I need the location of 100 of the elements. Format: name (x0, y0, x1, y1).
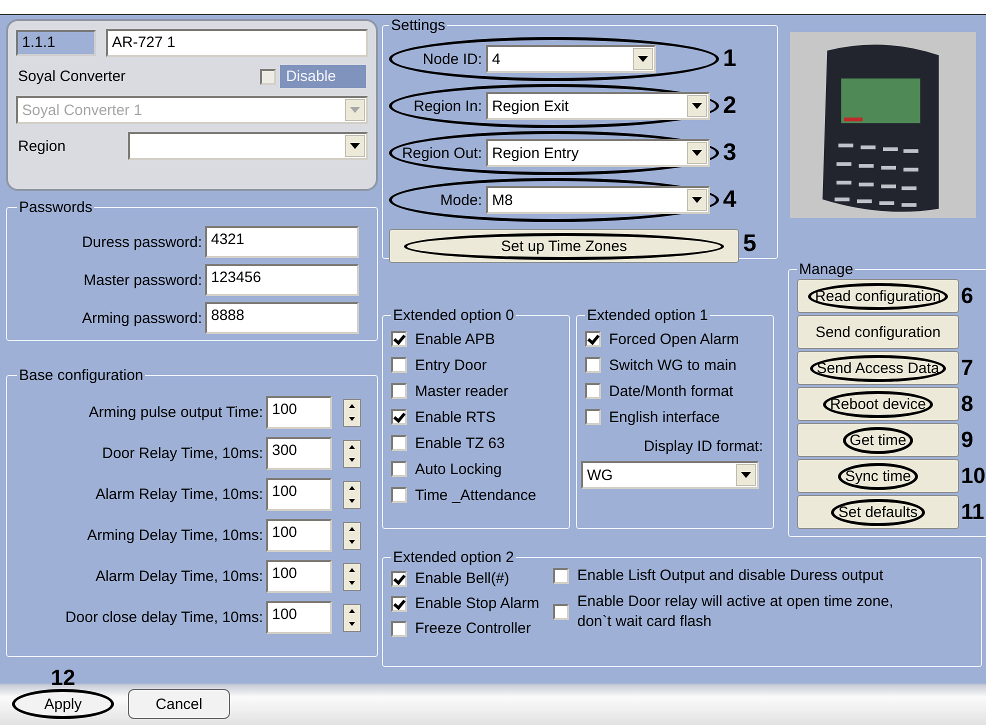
converter-label: Soyal Converter (17, 68, 126, 85)
group-title: Settings (390, 17, 446, 34)
manage-button[interactable]: Send Access Data (797, 351, 959, 385)
field-label: Region Out: (400, 144, 483, 162)
spinner-control[interactable] (343, 440, 361, 468)
checkbox[interactable] (391, 570, 407, 586)
checkbox[interactable] (585, 409, 601, 425)
password-field[interactable]: 4321 (205, 226, 359, 258)
checkbox[interactable] (585, 357, 601, 373)
spinner-control[interactable] (343, 480, 361, 508)
checkbox[interactable] (585, 383, 601, 399)
number-field[interactable]: 100 (266, 601, 332, 634)
field-label: Alarm Delay Time, 10ms: (95, 568, 263, 585)
callout-number: 10 (961, 463, 986, 489)
manage-button[interactable]: Send configuration (797, 315, 959, 349)
manage-button[interactable]: Get time (797, 423, 959, 457)
spinner-control[interactable] (343, 562, 361, 590)
dropdown[interactable]: Region Exit (486, 92, 710, 120)
spinner-control[interactable] (343, 522, 361, 550)
callout-number: 1 (723, 45, 736, 73)
field-label: Alarm Relay Time, 10ms: (95, 486, 263, 503)
manage-button[interactable]: Set defaults (797, 495, 959, 529)
checkbox[interactable] (391, 461, 407, 477)
group-title: Extended option 2 (392, 549, 515, 566)
manage-button[interactable]: Read configuration (797, 279, 959, 313)
group-title: Base configuration (18, 367, 144, 384)
checkbox-label: Enable Door relay will active at open time zone, don`t wait card flash (577, 592, 894, 632)
manage-button[interactable]: Reboot device (797, 387, 959, 421)
callout-number: 12 (50, 665, 76, 691)
password-field[interactable]: 123456 (205, 264, 359, 296)
dialog-button[interactable]: Apply (12, 689, 114, 719)
dropdown[interactable]: WG (581, 461, 759, 489)
number-field[interactable]: 300 (266, 437, 332, 470)
checkbox-label: English interface (609, 408, 720, 426)
number-field[interactable]: 100 (266, 519, 332, 552)
dialog-button[interactable]: Cancel (128, 689, 230, 719)
checkbox-label: Time _Attendance (415, 486, 536, 504)
callout-number: 9 (961, 427, 974, 453)
dropdown[interactable]: M8 (486, 186, 710, 214)
field-label: Arming Delay Time, 10ms: (87, 527, 263, 544)
group-title: Extended option 0 (392, 307, 515, 324)
disable-label: Disable (280, 65, 366, 88)
checkbox-label: Auto Locking (415, 460, 502, 478)
callout-number: 4 (723, 186, 736, 214)
time-zones-button[interactable]: Set up Time Zones (389, 229, 739, 263)
checkbox[interactable] (391, 435, 407, 451)
number-field[interactable]: 100 (266, 560, 332, 593)
checkbox[interactable] (391, 409, 407, 425)
checkbox-label: Forced Open Alarm (609, 330, 740, 348)
checkbox[interactable] (391, 331, 407, 347)
dropdown[interactable]: 4 (486, 45, 656, 73)
checkbox[interactable] (585, 331, 601, 347)
checkbox-label: Enable APB (415, 330, 496, 348)
name-field[interactable]: AR-727 1 (106, 29, 368, 57)
checkbox-label: Freeze Controller (415, 620, 531, 637)
number-field[interactable]: 100 (266, 478, 332, 511)
region-label: Region (17, 138, 67, 154)
spinner-control[interactable] (343, 398, 361, 426)
checkbox[interactable] (391, 620, 407, 636)
field-label: Master password: (84, 272, 202, 288)
group-title: Manage (798, 261, 854, 278)
checkbox[interactable] (553, 568, 570, 584)
callout-number: 8 (961, 391, 974, 417)
field-label: Display ID format: (642, 438, 764, 455)
number-field[interactable]: 100 (266, 396, 332, 429)
region-dropdown[interactable] (128, 132, 368, 160)
field-label: Node ID: (422, 50, 483, 68)
checkbox-label: Enable RTS (415, 408, 496, 426)
address-field: 1.1.1 (16, 30, 96, 56)
checkbox-label: Switch WG to main (609, 356, 737, 374)
checkbox-label: Master reader (415, 382, 508, 400)
callout-number: 6 (961, 283, 974, 309)
checkbox-label: Enable TZ 63 (415, 434, 505, 452)
checkbox[interactable] (391, 487, 407, 503)
callout-number: 5 (743, 230, 756, 258)
checkbox[interactable] (553, 604, 570, 620)
manage-button[interactable]: Sync time (797, 459, 959, 493)
field-label: Mode: (439, 192, 483, 208)
group-title: Passwords (18, 199, 94, 216)
field-label: Arming pulse output Time: (88, 404, 263, 421)
field-label: Door Relay Time, 10ms: (102, 445, 263, 462)
dropdown[interactable]: Region Entry (486, 139, 710, 167)
field-label: Duress password: (82, 234, 202, 250)
password-field[interactable]: 8888 (205, 302, 359, 334)
spinner-control[interactable] (343, 604, 361, 632)
field-label: Door close delay Time, 10ms: (65, 609, 263, 626)
checkbox[interactable] (391, 596, 407, 612)
callout-number: 3 (723, 139, 736, 167)
checkbox-label: Entry Door (415, 356, 487, 374)
field-label: Arming password: (82, 310, 202, 326)
checkbox[interactable] (391, 383, 407, 399)
callout-number: 7 (961, 355, 974, 381)
checkbox-label: Enable Stop Alarm (415, 595, 540, 612)
field-label: Region In: (412, 98, 483, 114)
callout-number: 2 (723, 92, 736, 120)
checkbox-label: Enable Lisft Output and disable Duress output (577, 566, 884, 586)
group-title: Extended option 1 (586, 307, 709, 324)
checkbox-label: Enable Bell(#) (415, 570, 510, 587)
checkbox[interactable] (391, 357, 407, 373)
callout-number: 11 (961, 499, 984, 525)
